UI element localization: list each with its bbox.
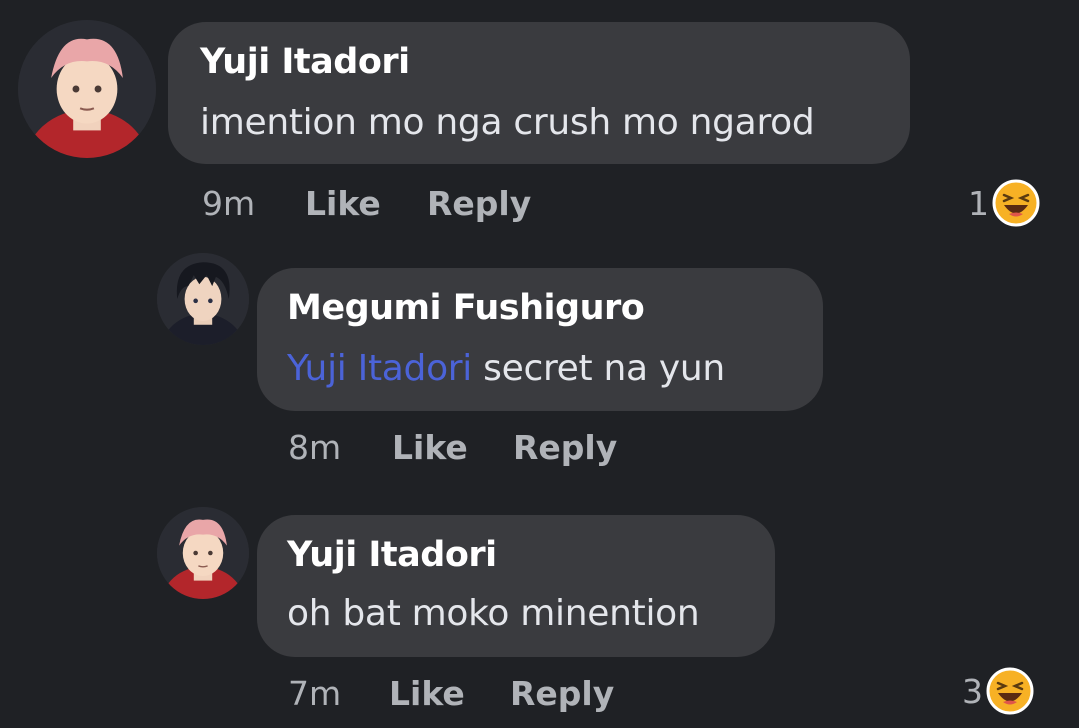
comment-author[interactable]: Yuji Itadori: [200, 42, 410, 82]
reaction-count: 1: [968, 183, 989, 223]
like-button[interactable]: Like: [389, 674, 465, 713]
comment-time[interactable]: 7m: [288, 674, 341, 713]
comment-author[interactable]: Yuji Itadori: [287, 535, 497, 575]
avatar-yuji[interactable]: [157, 507, 249, 599]
reaction-summary[interactable]: 3: [962, 666, 1035, 716]
laughing-emoji-icon: [992, 179, 1040, 227]
comment-author[interactable]: Megumi Fushiguro: [287, 288, 645, 328]
avatar-yuji[interactable]: [18, 20, 156, 158]
reply-button[interactable]: Reply: [427, 184, 531, 223]
like-button[interactable]: Like: [392, 428, 468, 467]
reaction-summary[interactable]: 1: [968, 178, 1041, 228]
reaction-count: 3: [962, 671, 983, 711]
laughing-emoji-icon: [986, 667, 1034, 715]
reply-button[interactable]: Reply: [513, 428, 617, 467]
comment-text: oh bat moko minention: [287, 593, 700, 634]
reply-button[interactable]: Reply: [510, 674, 614, 713]
comment-text: Yuji Itadori secret na yun: [287, 348, 725, 389]
avatar-megumi[interactable]: [157, 253, 249, 345]
comment-text: imention mo nga crush mo ngarod: [200, 102, 815, 143]
comment-thread: Yuji Itadori imention mo nga crush mo ng…: [0, 0, 1079, 728]
like-button[interactable]: Like: [305, 184, 381, 223]
comment-time[interactable]: 9m: [202, 184, 255, 223]
comment-text-body: secret na yun: [472, 348, 725, 389]
comment-time[interactable]: 8m: [288, 428, 341, 467]
mention-link[interactable]: Yuji Itadori: [287, 348, 472, 389]
